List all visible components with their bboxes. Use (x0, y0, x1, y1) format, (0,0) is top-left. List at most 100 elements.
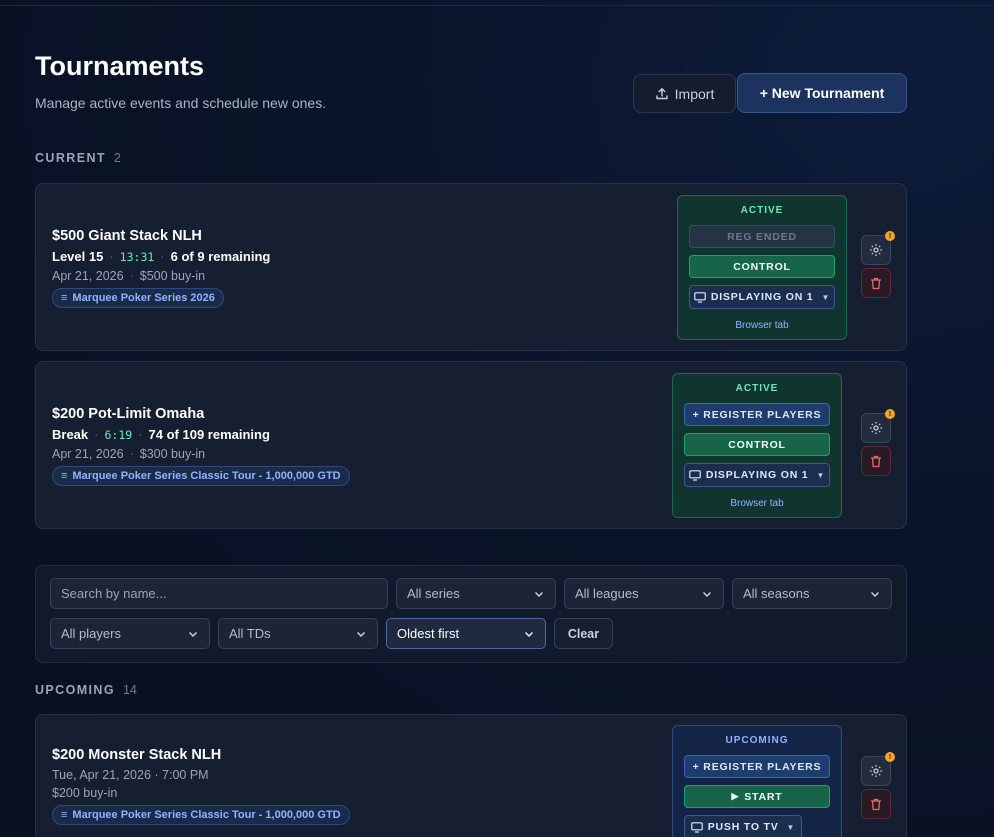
players-select[interactable]: All players (50, 618, 210, 649)
status-panel: ACTIVE + REGISTER PLAYERS CONTROL DISPLA… (672, 373, 842, 518)
play-icon: ▶ (731, 791, 740, 801)
monitor-icon (694, 291, 706, 303)
chevron-down-icon (356, 631, 366, 637)
series-chip[interactable]: ≡ Marquee Poker Series Classic Tour - 1,… (52, 466, 350, 486)
tds-select-value: All TDs (229, 626, 271, 641)
alert-badge-icon: ! (885, 409, 895, 419)
caret-down-icon: ▼ (816, 470, 826, 480)
browser-tab-link[interactable]: Browser tab (678, 320, 846, 331)
new-tournament-button[interactable]: + New Tournament (737, 73, 907, 113)
series-select[interactable]: All series (396, 578, 556, 609)
register-players-button[interactable]: + REGISTER PLAYERS (684, 755, 830, 778)
upload-icon (655, 87, 668, 99)
top-divider (0, 5, 994, 6)
control-button[interactable]: CONTROL (684, 433, 830, 456)
trash-icon (871, 455, 881, 467)
tournament-name[interactable]: $200 Pot-Limit Omaha (52, 406, 204, 422)
tournament-buyin: $300 buy-in (139, 447, 206, 461)
series-chip[interactable]: ≡ Marquee Poker Series 2026 (52, 288, 224, 308)
tournament-meta: Apr 21, 2026 · $500 buy-in (52, 269, 205, 283)
series-chip[interactable]: ≡ Marquee Poker Series Classic Tour - 1,… (52, 805, 350, 825)
players-remaining: 74 of 109 remaining (148, 427, 270, 442)
trash-icon (871, 277, 881, 289)
push-to-tv-dropdown[interactable]: PUSH TO TV ▼ (684, 815, 802, 837)
tournament-name[interactable]: $500 Giant Stack NLH (52, 228, 202, 244)
browser-tab-link[interactable]: Browser tab (673, 498, 841, 509)
start-button-label: START (744, 790, 783, 803)
display-dropdown[interactable]: DISPLAYING ON 1 ▼ (689, 285, 835, 309)
alert-badge-icon: ! (885, 752, 895, 762)
separator-dot: · (160, 249, 165, 264)
tournament-meta: Apr 21, 2026 · $300 buy-in (52, 447, 205, 461)
caret-down-icon: ▼ (821, 292, 831, 302)
page-title: Tournaments (35, 51, 205, 81)
tournament-level: Level 15 (52, 249, 104, 264)
players-remaining: 6 of 9 remaining (170, 249, 271, 264)
import-button[interactable]: Import (633, 74, 736, 113)
series-chip-label: Marquee Poker Series Classic Tour - 1,00… (72, 809, 341, 821)
separator-dot: · (94, 427, 99, 442)
section-current-label: CURRENT (35, 151, 106, 165)
chevron-down-icon (524, 631, 534, 637)
section-upcoming-count: 14 (122, 683, 137, 697)
seasons-select[interactable]: All seasons (732, 578, 892, 609)
monitor-icon (689, 469, 701, 481)
sort-select[interactable]: Oldest first (386, 618, 546, 649)
chevron-down-icon (188, 631, 198, 637)
start-button[interactable]: ▶ START (684, 785, 830, 808)
tournament-card: $500 Giant Stack NLH Level 15 · 13:31 · … (35, 183, 907, 351)
settings-button[interactable]: ! (861, 409, 895, 443)
list-icon: ≡ (61, 470, 68, 482)
tournament-date: Apr 21, 2026 (52, 447, 124, 461)
tournament-date: Apr 21, 2026 (52, 269, 124, 283)
separator-dot: · (129, 269, 134, 283)
search-input[interactable]: Search by name... (50, 578, 388, 609)
page-subtitle: Manage active events and schedule new on… (35, 95, 327, 111)
register-players-button[interactable]: + REGISTER PLAYERS (684, 403, 830, 426)
delete-button[interactable] (861, 446, 891, 476)
section-current: CURRENT 2 (35, 151, 121, 165)
gear-icon (870, 244, 882, 256)
tournament-level: Break (52, 427, 89, 442)
delete-button[interactable] (861, 789, 891, 819)
separator-dot: · (129, 447, 134, 461)
display-dropdown-label: DISPLAYING ON 1 (710, 291, 814, 303)
tournament-status-line: Break · 6:19 · 74 of 109 remaining (52, 427, 270, 442)
gear-icon (870, 765, 882, 777)
separator-dot: · (109, 249, 114, 264)
tournament-buyin: $200 buy-in (52, 786, 118, 800)
settings-button[interactable]: ! (861, 231, 895, 265)
section-upcoming: UPCOMING 14 (35, 683, 137, 697)
tds-select[interactable]: All TDs (218, 618, 378, 649)
monitor-icon (690, 821, 703, 833)
tournament-name[interactable]: $200 Monster Stack NLH (52, 747, 221, 763)
caret-down-icon: ▼ (786, 822, 796, 832)
status-label: UPCOMING (725, 735, 789, 746)
display-dropdown-label: DISPLAYING ON 1 (705, 469, 809, 481)
alert-badge-icon: ! (885, 231, 895, 241)
tournament-card: $200 Pot-Limit Omaha Break · 6:19 · 74 o… (35, 361, 907, 529)
display-dropdown[interactable]: DISPLAYING ON 1 ▼ (684, 463, 830, 487)
status-label: ACTIVE (740, 205, 784, 216)
tournament-buyin: $500 buy-in (139, 269, 206, 283)
tournament-datetime: Tue, Apr 21, 2026 · 7:00 PM (52, 768, 209, 782)
list-icon: ≡ (61, 809, 68, 821)
clear-filters-button[interactable]: Clear (554, 618, 613, 649)
chevron-down-icon (702, 591, 712, 597)
settings-button[interactable]: ! (861, 752, 895, 786)
separator-dot: · (138, 427, 143, 442)
status-label: ACTIVE (735, 383, 779, 394)
trash-icon (871, 798, 881, 810)
delete-button[interactable] (861, 268, 891, 298)
reg-ended-button[interactable]: REG ENDED (689, 225, 835, 248)
new-tournament-label: + New Tournament (759, 85, 885, 101)
leagues-select[interactable]: All leagues (564, 578, 724, 609)
filter-bar: Search by name... All series All leagues… (35, 565, 907, 663)
chevron-down-icon (534, 591, 544, 597)
control-button[interactable]: CONTROL (689, 255, 835, 278)
series-select-value: All series (407, 586, 460, 601)
section-upcoming-label: UPCOMING (35, 683, 115, 697)
series-chip-label: Marquee Poker Series 2026 (72, 292, 215, 304)
gear-icon (870, 422, 882, 434)
seasons-select-value: All seasons (743, 586, 810, 601)
